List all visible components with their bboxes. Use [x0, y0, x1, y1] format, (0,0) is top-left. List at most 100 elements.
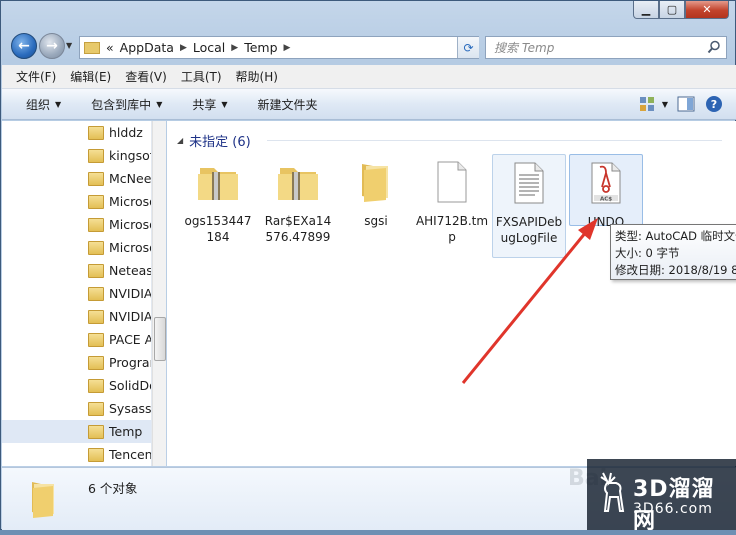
file-item[interactable]: FXSAPIDebugLogFile	[492, 154, 566, 258]
address-bar[interactable]: « AppData ▶ Local ▶ Temp ▶	[79, 36, 479, 59]
text-file-icon	[514, 162, 544, 204]
folder-icon	[88, 148, 104, 163]
watermark-url: 3D66.com	[633, 501, 713, 517]
folder-icon	[88, 240, 104, 255]
address-row: ← → ▼ « AppData ▶ Local ▶ Temp ▶ ⟳ 搜索 Te…	[1, 31, 736, 63]
file-tooltip: 类型: AutoCAD 临时文件 大小: 0 字节 修改日期: 2018/8/1…	[610, 224, 736, 280]
caret-down-icon: ▼	[221, 99, 228, 109]
close-button[interactable]: ✕	[685, 1, 729, 19]
view-options-icon[interactable]	[637, 94, 657, 114]
zip-folder-icon	[278, 168, 318, 200]
caret-down-icon: ▼	[156, 99, 163, 109]
nav-item-label: PACE A	[109, 332, 152, 347]
nav-item[interactable]: NVIDIA	[2, 305, 152, 328]
file-item[interactable]: ogs153447184	[181, 154, 255, 245]
minimize-button[interactable]: ▁	[633, 1, 659, 19]
folder-icon	[32, 482, 54, 518]
breadcrumb-temp[interactable]: Temp	[244, 40, 277, 55]
folder-icon	[88, 424, 104, 439]
blank-file-icon	[437, 161, 467, 203]
file-list: ◢ 未指定 (6) ogs153447184 Rar$EXa14576.4789…	[167, 121, 736, 466]
file-item[interactable]: sgsi	[339, 154, 413, 229]
menu-help[interactable]: 帮助(H)	[236, 68, 278, 85]
nav-item-label: hlddz	[109, 125, 143, 140]
menu-edit[interactable]: 编辑(E)	[70, 68, 111, 85]
nav-item[interactable]: Sysassist	[2, 397, 152, 420]
svg-text:?: ?	[711, 98, 717, 111]
navigation-pane: hlddz kingsoft McNeel Microsoft Microsoft Mic…	[2, 121, 152, 466]
share-button[interactable]: 共享 ▼	[192, 96, 227, 113]
organize-label: 组织	[26, 97, 51, 112]
deer-logo-icon	[600, 472, 625, 512]
search-input[interactable]: 搜索 Temp	[485, 36, 727, 59]
nav-item[interactable]: Programs	[2, 351, 151, 374]
group-title: 未指定 (6)	[189, 135, 251, 150]
include-in-library-button[interactable]: 包含到库中 ▼	[91, 96, 162, 113]
new-folder-label: 新建文件夹	[257, 97, 318, 112]
nav-item[interactable]: Microsoft	[2, 236, 151, 259]
explorer-window: ▁ ▢ ✕ ← → ▼ « AppData ▶ Local ▶ Temp ▶ ⟳…	[0, 0, 736, 530]
nav-item-label: Tencent	[109, 447, 152, 462]
scrollbar-thumb[interactable]	[154, 317, 166, 361]
breadcrumb-local[interactable]: Local	[193, 40, 225, 55]
preview-pane-icon[interactable]	[676, 94, 696, 114]
tooltip-type: 类型: AutoCAD 临时文件	[615, 229, 736, 243]
nav-item[interactable]: Netease	[2, 259, 151, 282]
back-button[interactable]: ←	[11, 33, 37, 59]
nav-item-label: Microsoft	[109, 240, 151, 255]
folder-icon	[88, 194, 104, 209]
nav-item-label: NVIDIA	[109, 309, 152, 324]
menu-tools[interactable]: 工具(T)	[181, 68, 222, 85]
nav-item[interactable]: Microsoft	[2, 190, 151, 213]
refresh-button[interactable]: ⟳	[457, 37, 479, 58]
folder-icon	[84, 41, 100, 54]
collapse-arrow-icon[interactable]: ◢	[177, 136, 183, 145]
nav-item[interactable]: McNeel	[2, 167, 151, 190]
navigation-scrollbar[interactable]	[152, 121, 166, 466]
nav-item-label: kingsoft	[109, 148, 151, 163]
command-bar: 组织 ▼ 包含到库中 ▼ 共享 ▼ 新建文件夹 ▼ ?	[2, 89, 736, 120]
new-folder-button[interactable]: 新建文件夹	[258, 96, 318, 113]
chevron-right-icon[interactable]: ▶	[180, 43, 187, 53]
nav-item[interactable]: kingsoft	[2, 144, 151, 167]
nav-item-label: SolidDocuments	[109, 378, 152, 393]
folder-icon	[88, 263, 104, 278]
nav-item[interactable]: NVIDIA	[2, 282, 152, 305]
file-item-undo[interactable]: AC$ UNDO	[569, 154, 643, 229]
breadcrumb-appdata[interactable]: AppData	[120, 40, 174, 55]
folder-icon	[88, 309, 104, 324]
maximize-button[interactable]: ▢	[659, 1, 685, 19]
file-item[interactable]: AHI712B.tmp	[415, 154, 489, 245]
nav-item[interactable]: hlddz	[2, 121, 151, 144]
caret-down-icon[interactable]: ▼	[662, 100, 668, 109]
nav-item[interactable]: Microsoft	[2, 213, 151, 236]
nav-item-label: Microsoft	[109, 194, 151, 209]
help-icon[interactable]: ?	[704, 94, 724, 114]
file-name: sgsi	[364, 214, 388, 228]
file-item[interactable]: Rar$EXa14576.47899	[261, 154, 335, 245]
address-overflow[interactable]: «	[106, 40, 114, 55]
recent-pages-dropdown[interactable]: ▼	[66, 41, 72, 50]
file-name: FXSAPIDebugLogFile	[495, 215, 563, 245]
organize-button[interactable]: 组织 ▼	[26, 96, 61, 113]
forward-button[interactable]: →	[39, 33, 65, 59]
chevron-right-icon[interactable]: ▶	[284, 43, 291, 53]
group-header[interactable]: ◢ 未指定 (6)	[177, 131, 251, 150]
search-placeholder: 搜索 Temp	[494, 41, 555, 55]
nav-item[interactable]: Temp	[2, 420, 151, 443]
nav-item-label: Sysassist	[109, 401, 152, 416]
folder-icon	[88, 401, 104, 416]
nav-item[interactable]: SolidDocuments	[2, 374, 152, 397]
folder-icon	[88, 447, 104, 462]
menu-bar: 文件(F) 编辑(E) 查看(V) 工具(T) 帮助(H)	[2, 65, 736, 89]
nav-item[interactable]: Tencent	[2, 443, 152, 466]
tooltip-size: 大小: 0 字节	[615, 246, 680, 260]
nav-item-label: NVIDIA	[109, 286, 152, 301]
search-icon[interactable]	[707, 40, 721, 54]
toolbar-right: ▼ ?	[629, 94, 724, 114]
nav-item[interactable]: PACE A	[2, 328, 152, 351]
menu-view[interactable]: 查看(V)	[125, 68, 167, 85]
caret-down-icon: ▼	[55, 99, 62, 109]
chevron-right-icon[interactable]: ▶	[231, 43, 238, 53]
menu-file[interactable]: 文件(F)	[16, 68, 56, 85]
